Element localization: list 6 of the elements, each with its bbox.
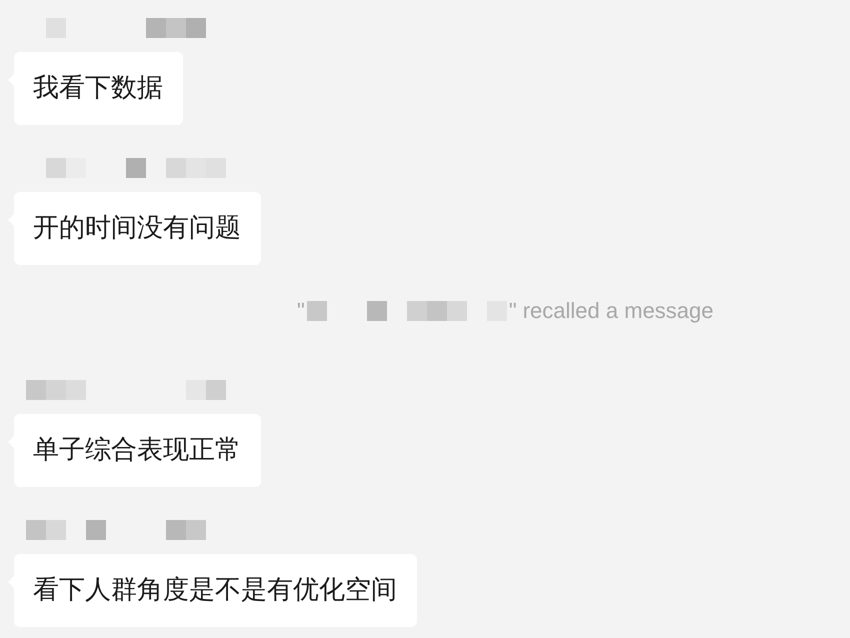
recall-quote: " — [297, 298, 305, 324]
message-text: 看下人群角度是不是有优化空间 — [33, 575, 397, 605]
message-text: 我看下数据 — [33, 73, 163, 103]
message-text: 开的时间没有问题 — [33, 213, 241, 243]
recall-notice: " recalled a message — [508, 298, 714, 324]
message-text: 单子综合表现正常 — [33, 435, 241, 465]
